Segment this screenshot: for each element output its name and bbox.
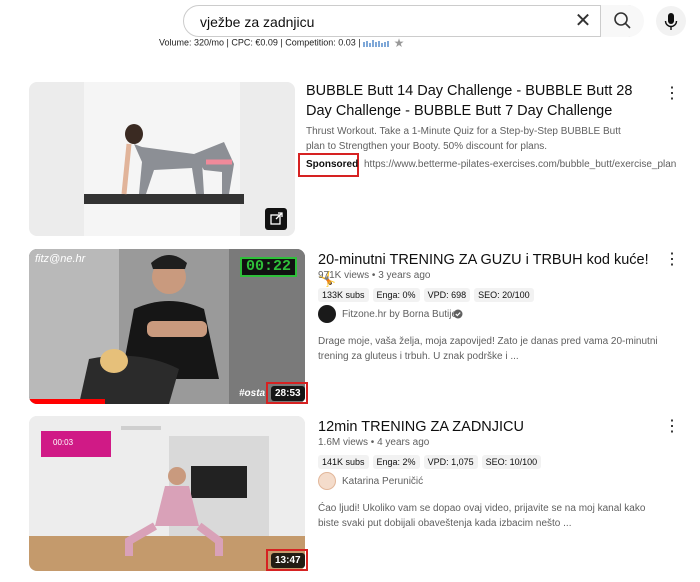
upload-age: 4 years ago: [377, 437, 430, 448]
search-icon: [614, 12, 631, 29]
video-duration: 28:53: [271, 386, 305, 401]
channel-avatar[interactable]: [318, 472, 336, 490]
mic-button[interactable]: [656, 6, 686, 36]
ad-thumbnail[interactable]: [29, 82, 295, 236]
external-link-icon: [270, 212, 283, 225]
keyword-stats-text: Volume: 320/mo | CPC: €0.09 | Competitio…: [159, 37, 361, 48]
more-options-icon[interactable]: ⋮: [664, 419, 680, 435]
timer-text: 00:03: [53, 438, 74, 447]
video-description: Drage moje, vaša želja, moja zapovijed! …: [318, 336, 658, 362]
video-thumbnail[interactable]: 00:03: [29, 416, 305, 571]
video-meta: 971K views • 3 years ago: [318, 270, 431, 281]
video-thumbnail[interactable]: fitz@ne.hr 00:22 #osta: [29, 249, 305, 404]
video-duration: 13:47: [271, 553, 305, 568]
channel-avatar[interactable]: [318, 305, 336, 323]
subs-chip: 133K subs: [318, 288, 369, 302]
external-link-button[interactable]: [265, 208, 287, 230]
channel-name[interactable]: Katarina Peruničić: [342, 476, 423, 487]
video-meta: 1.6M views • 4 years ago: [318, 437, 430, 448]
vpd-chip: VPD: 1,075: [423, 455, 478, 469]
timer-overlay: 00:03: [41, 431, 111, 457]
engagement-chip: Enga: 2%: [372, 455, 420, 469]
view-count: 1.6M views: [318, 437, 369, 448]
subs-chip: 141K subs: [318, 455, 369, 469]
video-description: Ćao ljudi! Ukoliko vam se dopao ovaj vid…: [318, 503, 646, 529]
seo-chip: SEO: 10/100: [481, 455, 542, 469]
engagement-chip: Enga: 0%: [372, 288, 420, 302]
search-button[interactable]: [600, 5, 644, 37]
metrics-chips: 133K subs Enga: 0% VPD: 698 SEO: 20/100: [318, 285, 538, 303]
timer-overlay: 00:22: [240, 257, 297, 277]
ad-url[interactable]: https://www.betterme-pilates-exercises.c…: [364, 159, 676, 170]
search-input[interactable]: [198, 6, 562, 38]
workout-figure-image: [84, 124, 244, 204]
star-icon[interactable]: ★: [394, 36, 405, 50]
channel-name[interactable]: Fitzone.hr by Borna Butijer: [342, 309, 460, 320]
hashtag-overlay: #osta: [239, 388, 266, 399]
view-count: 971K views: [318, 270, 370, 281]
upload-age: 3 years ago: [378, 270, 431, 281]
mic-icon: [664, 13, 678, 30]
video-title[interactable]: 12min TRENING ZA ZADNJICU: [318, 417, 658, 437]
metrics-chips: 141K subs Enga: 2% VPD: 1,075 SEO: 10/100: [318, 452, 545, 470]
video-title[interactable]: BUBBLE Butt 14 Day Challenge - BUBBLE Bu…: [306, 81, 646, 121]
trend-chart-icon: [363, 40, 390, 47]
vpd-chip: VPD: 698: [423, 288, 471, 302]
search-bar: ✕: [183, 5, 644, 38]
channel-watermark: fitz@ne.hr: [35, 253, 86, 265]
seo-chip: SEO: 20/100: [474, 288, 534, 302]
sponsored-badge: Sponsored: [306, 159, 359, 170]
ad-description: Thrust Workout. Take a 1-Minute Quiz for…: [306, 126, 621, 152]
more-options-icon[interactable]: ⋮: [664, 86, 680, 102]
verified-icon: [453, 309, 463, 319]
keyword-stats: Volume: 320/mo | CPC: €0.09 | Competitio…: [159, 36, 404, 50]
more-options-icon[interactable]: ⋮: [664, 252, 680, 268]
close-icon[interactable]: ✕: [572, 10, 594, 32]
